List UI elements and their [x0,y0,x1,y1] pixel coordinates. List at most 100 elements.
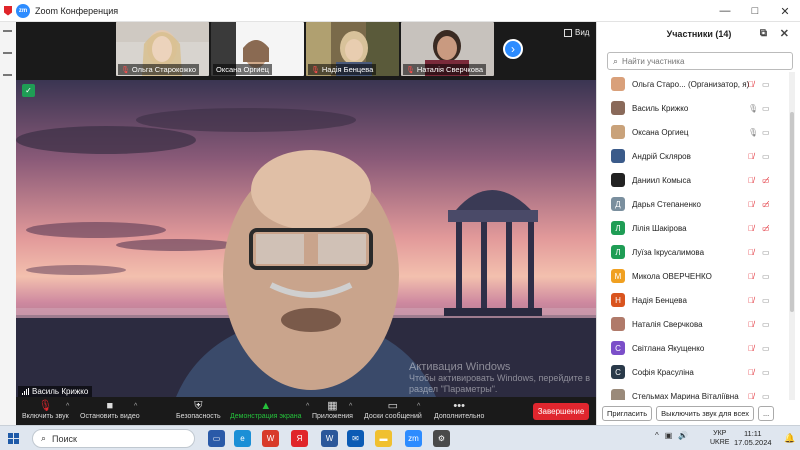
edge-browser-icon[interactable]: e [234,430,251,447]
chevron-up-icon[interactable]: ^ [349,403,352,410]
settings-gear-icon[interactable]: ⚙ [433,430,450,447]
mic-muted-icon[interactable]: 🎙̸ [748,344,754,353]
camera-off-icon[interactable]: ▭̸ [762,224,770,233]
camera-icon[interactable]: ▭ [762,104,770,113]
participant-row[interactable]: Д Дарья Степаненко 🎙̸ ▭̸ [597,192,779,216]
activation-watermark: Активация Windows Чтобы активировать Win… [409,361,590,395]
language-indicator[interactable]: УКР UKRE [710,429,729,447]
camera-icon[interactable]: ▭ [762,368,770,377]
security-button[interactable]: ⛨ Безопасность [176,399,221,420]
volume-icon[interactable]: 🔊 [678,431,688,440]
more-button[interactable]: ••• Дополнительно [434,399,484,420]
participant-thumbnail[interactable]: 🎙 Наталія Сверчкова [401,22,494,76]
notification-bell-icon[interactable]: 🔔 [784,433,795,444]
participant-thumbnail[interactable]: Оксана Оргиец [211,22,304,76]
mic-muted-icon[interactable]: 🎙̸ [748,368,754,377]
camera-icon[interactable]: ▭ [762,320,770,329]
chevron-up-icon[interactable]: ^ [306,403,309,410]
participant-row[interactable]: Л Луїза Ікрусалимова 🎙̸ ▭ [597,240,779,264]
minimize-button[interactable]: — [710,0,740,22]
participant-row[interactable]: Андрій Скляров 🎙̸ ▭ [597,144,779,168]
mute-all-button[interactable]: Выключить звук для всех [656,406,754,421]
participant-list-scrollbar[interactable] [789,72,795,400]
taskbar-search[interactable]: ⌕ Поиск [32,429,195,448]
browser-logo-icon [4,5,12,16]
mic-icon[interactable]: 🎙 [748,104,758,113]
close-button[interactable]: ✕ [770,0,800,22]
chevron-up-icon[interactable]: ^ [134,403,137,410]
mic-icon[interactable]: 🎙 [748,128,758,137]
scrollbar-thumb[interactable] [790,112,794,312]
mic-muted-icon[interactable]: 🎙̸ [748,80,754,89]
yandex-browser-icon[interactable]: Я [291,430,308,447]
share-screen-icon: ▲ [260,400,272,412]
camera-icon[interactable]: ▭ [762,152,770,161]
view-button[interactable]: Вид [564,28,589,37]
end-meeting-button[interactable]: Завершение [533,403,589,420]
office-app-icon[interactable]: W [262,430,279,447]
gallery-strip: 🎙 Ольга Старокожко Оксана Оргиец 🎙 Надія… [16,22,596,80]
file-explorer-icon[interactable]: ▭ [208,430,225,447]
taskbar-clock[interactable]: 11:11 17.05.2024 [734,429,772,447]
windows-start-icon[interactable] [8,433,19,444]
zoom-app-icon[interactable]: zm [405,430,422,447]
mic-muted-icon[interactable]: 🎙̸ [748,176,754,185]
folder-icon[interactable]: ▬ [375,430,392,447]
participant-row[interactable]: Василь Крижко 🎙 ▭ [597,96,779,120]
participant-thumbnail[interactable]: 🎙 Надія Бенцева [306,22,399,76]
mic-muted-icon[interactable]: 🎙̸ [748,272,754,281]
mic-muted-icon[interactable]: 🎙̸ [748,296,754,305]
mic-muted-icon: 🎙 [311,66,320,74]
mic-muted-icon[interactable]: 🎙̸ [748,320,754,329]
apps-button[interactable]: ▦ Приложения [312,399,353,420]
search-icon: ⌕ [613,55,619,66]
camera-icon[interactable]: ▭ [762,80,770,89]
network-icon[interactable]: ▣ [665,431,673,440]
camera-icon[interactable]: ▭ [762,272,770,281]
unmute-button[interactable]: 🎙 Включить звук [22,399,69,420]
next-page-button[interactable]: › [503,39,523,59]
camera-off-icon[interactable]: ▭̸ [762,200,770,209]
chevron-up-icon[interactable]: ^ [417,403,420,410]
search-icon: ⌕ [41,433,47,443]
participant-row[interactable]: Ольга Старо... (Организатор, я) 🎙̸ ▭ [597,72,779,96]
divider [3,74,12,76]
mic-muted-icon[interactable]: 🎙̸ [748,224,754,233]
avatar: Н [611,293,625,307]
mic-muted-icon[interactable]: 🎙̸ [748,392,754,401]
camera-off-icon[interactable]: ▭̸ [762,176,770,185]
participant-row[interactable]: С Софія Красуліна 🎙̸ ▭ [597,360,779,384]
mail-icon[interactable]: ✉ [347,430,364,447]
mic-muted-icon[interactable]: 🎙̸ [748,248,754,257]
word-icon[interactable]: W [321,430,338,447]
participant-search[interactable]: ⌕ [607,52,793,70]
participant-row[interactable]: Стельмах Марина Віталіївна 🎙̸ ▭ [597,384,779,400]
mic-muted-icon[interactable]: 🎙̸ [748,152,754,161]
camera-icon[interactable]: ▭ [762,344,770,353]
stop-video-button[interactable]: ■ Остановить видео [80,399,140,420]
search-input[interactable] [622,56,783,66]
camera-icon[interactable]: ▭ [762,248,770,257]
close-icon[interactable]: ✕ [780,27,789,40]
participant-row[interactable]: М Микола ОВЕРЧЕНКО 🎙̸ ▭ [597,264,779,288]
popout-icon[interactable]: ⧉ [760,28,767,39]
participant-row[interactable]: Н Надія Бенцева 🎙̸ ▭ [597,288,779,312]
more-options-button[interactable]: ... [757,406,775,421]
invite-button[interactable]: Пригласить [602,406,653,421]
share-screen-button[interactable]: ▲ Демонстрация экрана [230,399,302,420]
camera-icon[interactable]: ▭ [762,128,770,137]
maximize-button[interactable]: □ [740,0,770,22]
camera-icon[interactable]: ▭ [762,392,770,401]
participant-row[interactable]: Оксана Оргиец 🎙 ▭ [597,120,779,144]
chevron-up-icon[interactable]: ^ [655,431,659,440]
system-tray: ^ ▣ 🔊 [655,431,688,440]
participant-row[interactable]: Л Лілія Шакірова 🎙̸ ▭̸ [597,216,779,240]
participant-thumbnail[interactable]: 🎙 Ольга Старокожко [116,22,209,76]
participant-row[interactable]: С Світлана Якущенко 🎙̸ ▭ [597,336,779,360]
mic-muted-icon[interactable]: 🎙̸ [748,200,754,209]
participant-row[interactable]: Наталія Сверчкова 🎙̸ ▭ [597,312,779,336]
whiteboard-button[interactable]: ▭ Доски сообщений [364,399,422,420]
chevron-up-icon[interactable]: ^ [66,403,69,410]
participant-row[interactable]: Даниил Комыса 🎙̸ ▭̸ [597,168,779,192]
camera-icon[interactable]: ▭ [762,296,770,305]
